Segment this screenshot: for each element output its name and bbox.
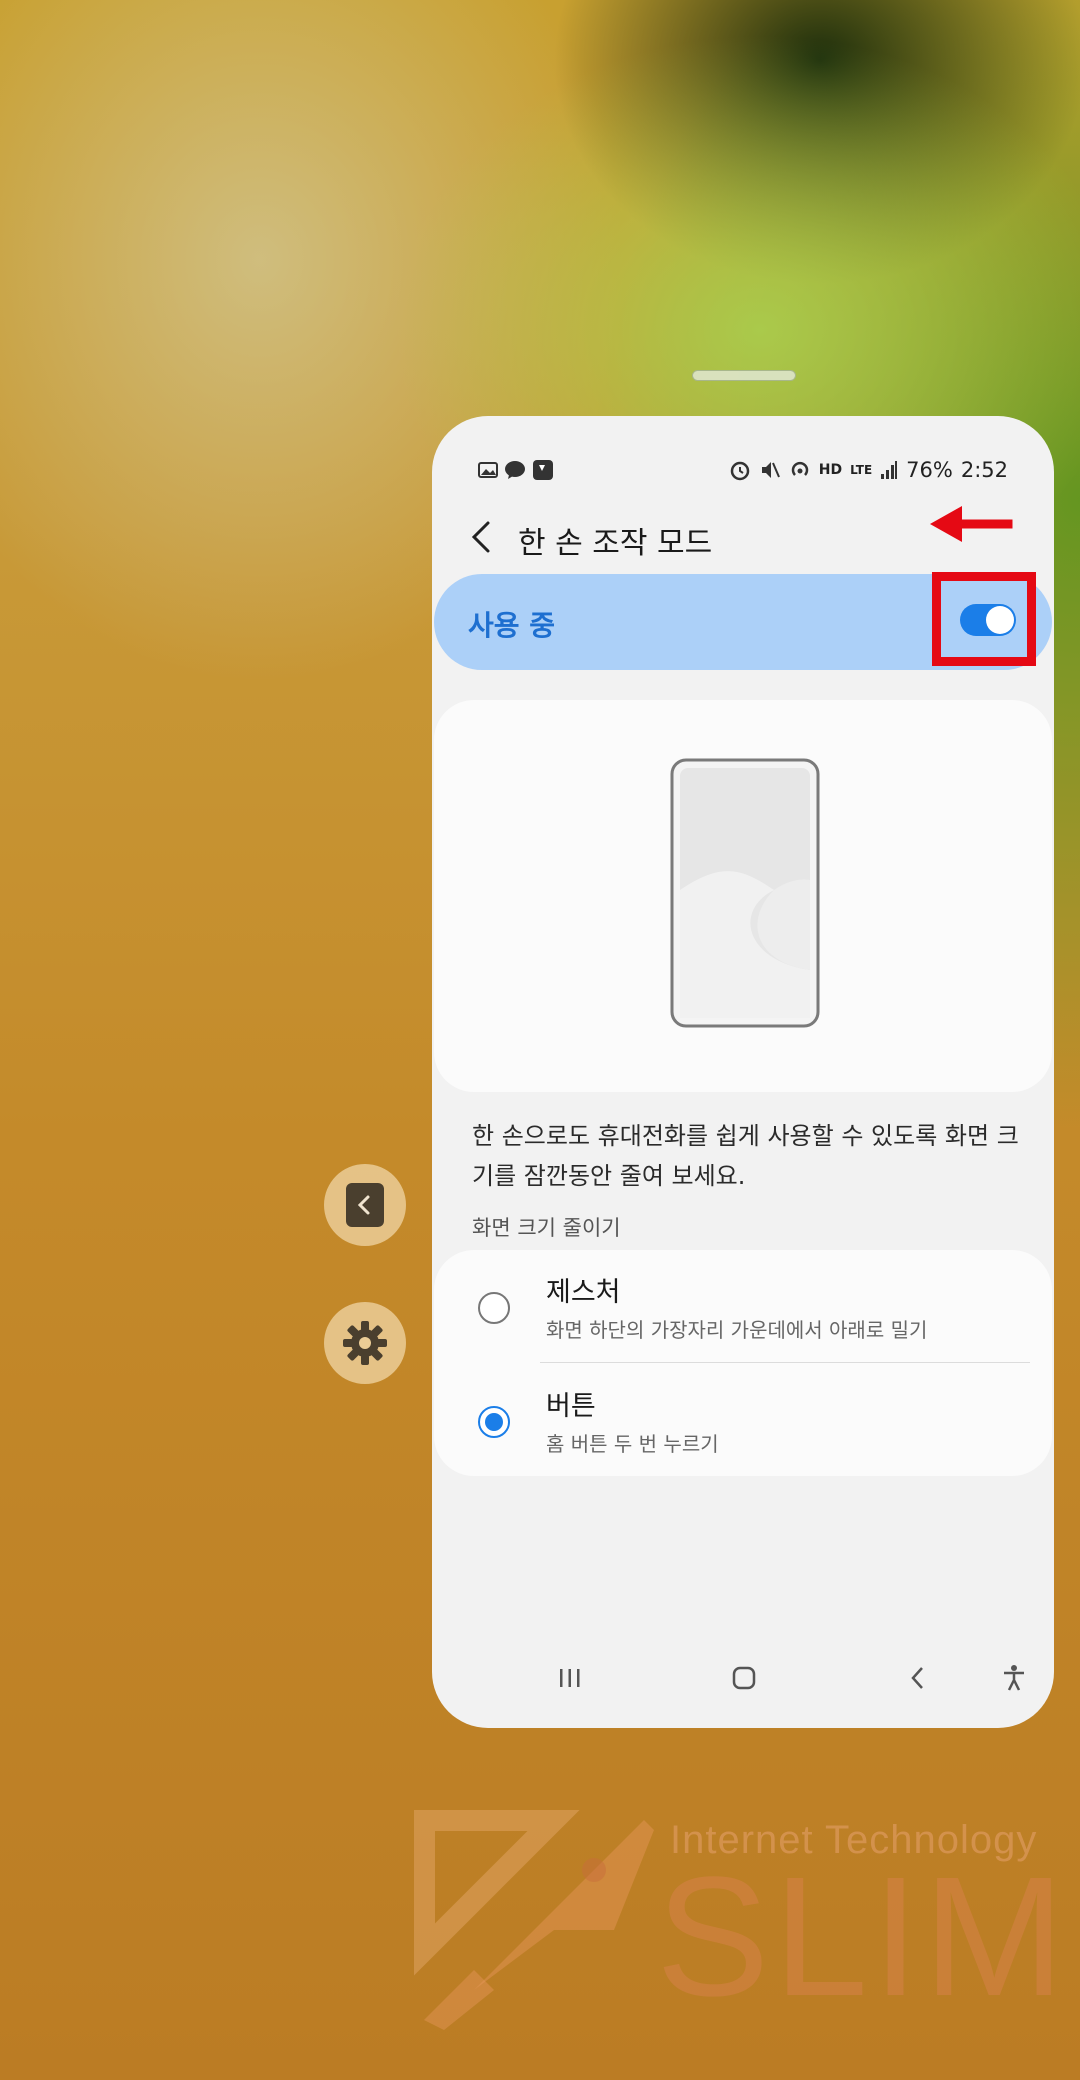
clock: 2:52 [960,458,1008,482]
divider [540,1362,1030,1363]
option-title: 버튼 [546,1391,596,1422]
rocket-logo [414,1810,654,2030]
recents-button[interactable] [550,1658,590,1698]
nav-back-icon [911,1667,923,1689]
toggle-label: 사용 중 [468,609,556,642]
mute-icon [761,462,780,478]
signal-icon [881,461,898,479]
accessibility-icon [1004,1665,1024,1691]
page-title: 한 손 조작 모드 [518,526,713,561]
recents-icon [560,1669,580,1687]
section-label: 화면 크기 줄이기 [472,1216,621,1240]
alarm-icon [730,461,749,481]
hotspot-icon [791,461,808,476]
back-arrow-icon[interactable] [468,520,496,554]
option-button[interactable]: 버튼 홈 버튼 두 번 누르기 [434,1364,1052,1476]
gallery-notification-icon [478,462,498,478]
one-handed-settings-button[interactable] [324,1302,406,1384]
option-gesture[interactable]: 제스처 화면 하단의 가장자리 가운데에서 아래로 밀기 [434,1250,1052,1362]
gear-icon [343,1321,387,1365]
hd-voice-label: HD [818,462,843,478]
lte-label: LTE [850,463,873,477]
panel-drag-handle[interactable] [692,370,796,381]
app-notification-icon [533,460,553,480]
watermark-brand: SLIM [656,1842,1069,2032]
one-handed-side-back-button[interactable] [324,1164,406,1246]
home-button[interactable] [724,1658,764,1698]
phone-preview-illustration [670,758,820,1028]
battery-percent: 76% [906,458,953,482]
option-subtitle: 홈 버튼 두 번 누르기 [546,1432,719,1456]
nav-back-button[interactable] [898,1658,938,1698]
home-icon [732,1666,756,1690]
option-title: 제스처 [546,1277,621,1308]
slim-watermark: Internet Technology SLIM [414,1810,1065,2030]
chevron-left-icon [346,1183,384,1227]
options-card: 제스처 화면 하단의 가장자리 가운데에서 아래로 밀기 버튼 홈 버튼 두 번… [434,1250,1052,1476]
radio-button[interactable] [478,1406,510,1438]
option-subtitle: 화면 하단의 가장자리 가운데에서 아래로 밀기 [546,1318,928,1342]
red-arrow-annotation [930,506,1013,542]
talk-notification-icon [505,461,525,479]
preview-card [434,700,1052,1092]
description-text: 한 손으로도 휴대전화를 쉽게 사용할 수 있도록 화면 크기를 잠깐동안 줄여… [472,1122,1019,1190]
accessibility-button[interactable] [994,1658,1034,1698]
highlight-box-annotation [932,572,1036,666]
radio-gesture[interactable] [478,1292,510,1324]
navigation-bar [432,1644,1054,1728]
